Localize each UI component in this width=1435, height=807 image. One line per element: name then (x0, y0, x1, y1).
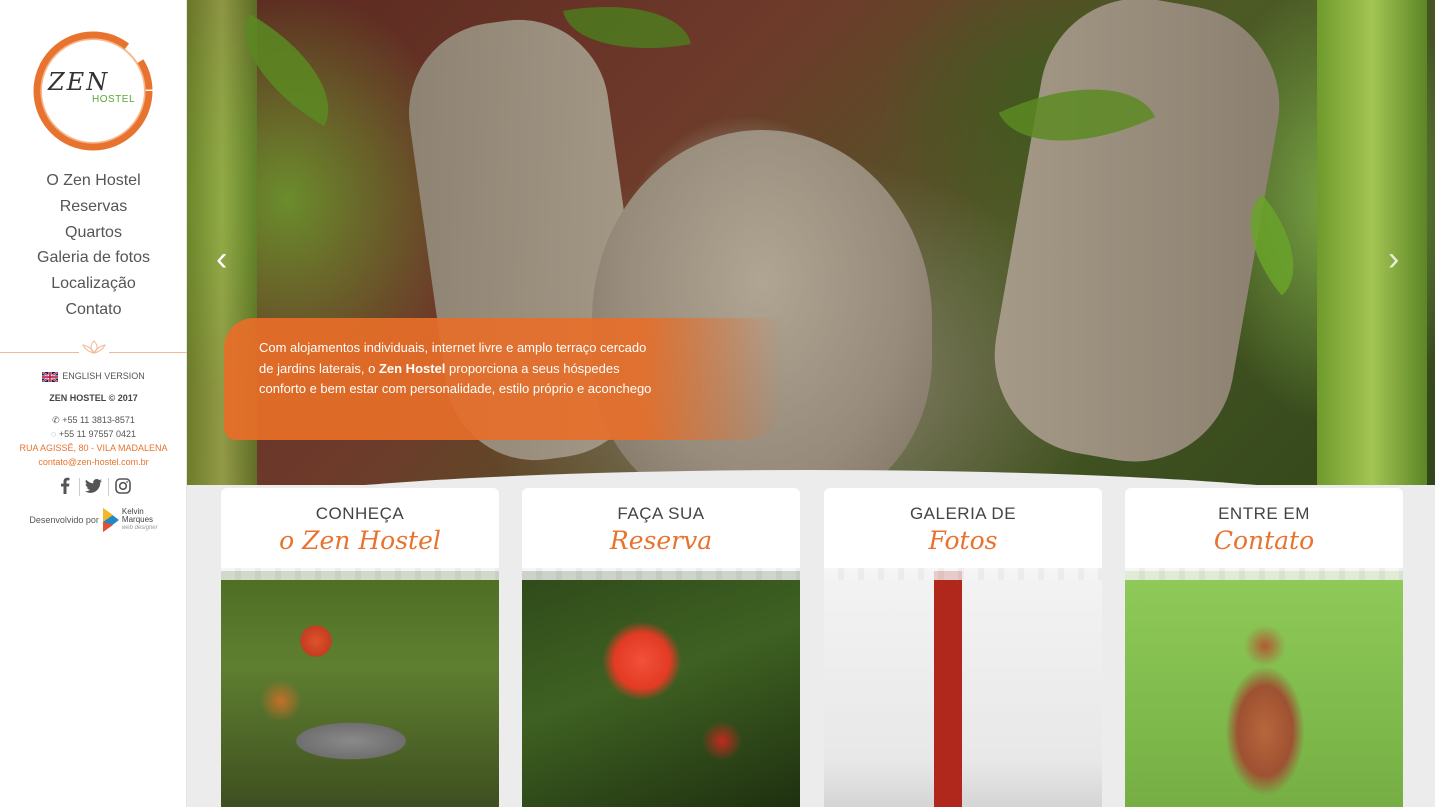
facebook-icon[interactable] (51, 477, 79, 496)
caption-brand-name: Zen Hostel (378, 360, 446, 376)
nav-item-galeria-de-fotos[interactable]: Galeria de fotos (0, 247, 187, 273)
slider-prev-arrow[interactable]: ‹ (216, 242, 227, 276)
km-logo-icon (102, 508, 119, 532)
hero-caption: Com alojamentos individuais, internet li… (224, 318, 784, 440)
card-zen-hostel[interactable]: CONHEÇA o Zen Hostel (221, 488, 499, 807)
sidebar: ZEN HOSTEL O Zen Hostel Reservas Quartos… (0, 0, 187, 807)
nav-item-reservas[interactable]: Reservas (0, 196, 187, 222)
logo-text-zen: ZEN (48, 68, 110, 96)
card-image-flowers (522, 571, 800, 807)
card-title-top: FAÇA SUA (617, 504, 705, 523)
nav-item-o-zen-hostel[interactable]: O Zen Hostel (0, 170, 187, 196)
main-nav: O Zen Hostel Reservas Quartos Galeria de… (0, 170, 187, 325)
card-image-garden (221, 571, 499, 807)
nav-item-contato[interactable]: Contato (0, 299, 187, 325)
developer-last-name: Marques (121, 515, 154, 524)
card-title-top: GALERIA DE (909, 504, 1017, 523)
card-image-edge (1125, 568, 1403, 580)
whatsapp-line: ◌ +55 11 97557 0421 (0, 427, 187, 441)
nav-item-localizacao[interactable]: Localização (0, 273, 187, 299)
instagram-icon[interactable] (109, 477, 137, 496)
card-galeria-fotos[interactable]: GALERIA DE Fotos (824, 488, 1102, 807)
social-links (0, 477, 187, 496)
whatsapp-icon: ◌ (50, 429, 57, 439)
card-header: FAÇA SUA Reserva (522, 488, 800, 571)
card-image-edge (522, 568, 800, 580)
card-image-tapestry (824, 571, 1102, 807)
card-reserva[interactable]: FAÇA SUA Reserva (522, 488, 800, 807)
phone-line: ✆ +55 11 3813-8571 (0, 413, 187, 427)
card-header: ENTRE EM Contato (1125, 488, 1403, 571)
developer-role: web designer (121, 525, 158, 531)
language-link[interactable]: ENGLISH VERSION (0, 369, 187, 383)
card-image-edge (221, 568, 499, 580)
card-contato[interactable]: ENTRE EM Contato (1125, 488, 1403, 807)
whatsapp-number[interactable]: +55 11 97557 0421 (59, 429, 136, 439)
card-title-script: o Zen Hostel (279, 526, 441, 555)
nav-item-quartos[interactable]: Quartos (0, 222, 187, 248)
card-header: CONHEÇA o Zen Hostel (221, 488, 499, 571)
sidebar-info: ENGLISH VERSION ZEN HOSTEL © 2017 ✆ +55 … (0, 369, 187, 532)
hero-caption-text: Com alojamentos individuais, internet li… (259, 338, 654, 400)
zen-hostel-logo[interactable]: ZEN HOSTEL (28, 26, 158, 156)
developer-name: Kelvin Marques web designer (122, 508, 158, 532)
copyright: ZEN HOSTEL © 2017 (49, 393, 138, 403)
phone-number[interactable]: +55 11 3813-8571 (62, 415, 135, 425)
card-title-script: Reserva (609, 526, 713, 555)
uk-flag-icon (42, 371, 59, 382)
address: RUA AGISSÊ, 80 - VILA MADALENA (19, 443, 168, 453)
language-link-label[interactable]: ENGLISH VERSION (62, 371, 145, 381)
developer-label: Desenvolvido por (29, 515, 99, 525)
card-title-top: ENTRE EM (1218, 504, 1310, 523)
logo-text-hostel: HOSTEL (92, 94, 136, 105)
card-header: GALERIA DE Fotos (824, 488, 1102, 571)
slider-next-arrow[interactable]: › (1388, 242, 1399, 276)
card-image-statue (1125, 571, 1403, 807)
card-title-script: Contato (1213, 526, 1315, 555)
lotus-icon (79, 339, 109, 355)
phone-icon: ✆ (52, 415, 60, 425)
card-title-script: Fotos (928, 526, 998, 555)
developer-credit: Desenvolvido por Kelvin Marques web desi… (0, 508, 187, 532)
card-image-edge (824, 568, 1102, 580)
hero-bamboo-right (1317, 0, 1427, 515)
developer-logo[interactable]: Kelvin Marques web designer (102, 508, 158, 532)
card-title-top: CONHEÇA (315, 504, 405, 523)
hero-statue-arm-right (978, 0, 1296, 478)
twitter-icon[interactable] (80, 478, 108, 495)
email-link[interactable]: contato@zen-hostel.com.br (0, 455, 187, 469)
